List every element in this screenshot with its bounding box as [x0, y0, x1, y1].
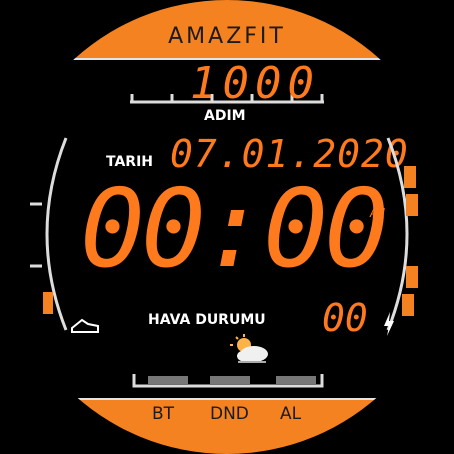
- partly-cloudy-icon: [230, 334, 268, 363]
- time-value: 00:00: [80, 167, 389, 292]
- alarm-label: AL: [280, 404, 302, 424]
- weather-label: HAVA DURUMU: [148, 312, 266, 328]
- shoe-icon: [71, 318, 99, 333]
- status-bars: [132, 374, 324, 388]
- left-scale: [30, 137, 68, 331]
- brand-logo: AMAZFIT: [168, 24, 286, 49]
- steps-label: ADIM: [204, 108, 246, 124]
- watch-face: AMAZFIT 1000 ADIM TARIH 07.01.2020 00:00…: [0, 0, 454, 454]
- right-battery-scale: [386, 137, 418, 331]
- bluetooth-label: BT: [152, 404, 175, 424]
- steps-value: 1000: [190, 58, 320, 109]
- lightning-icon: [384, 312, 394, 336]
- dnd-label: DND: [210, 404, 249, 424]
- temperature-value: 00: [322, 296, 368, 340]
